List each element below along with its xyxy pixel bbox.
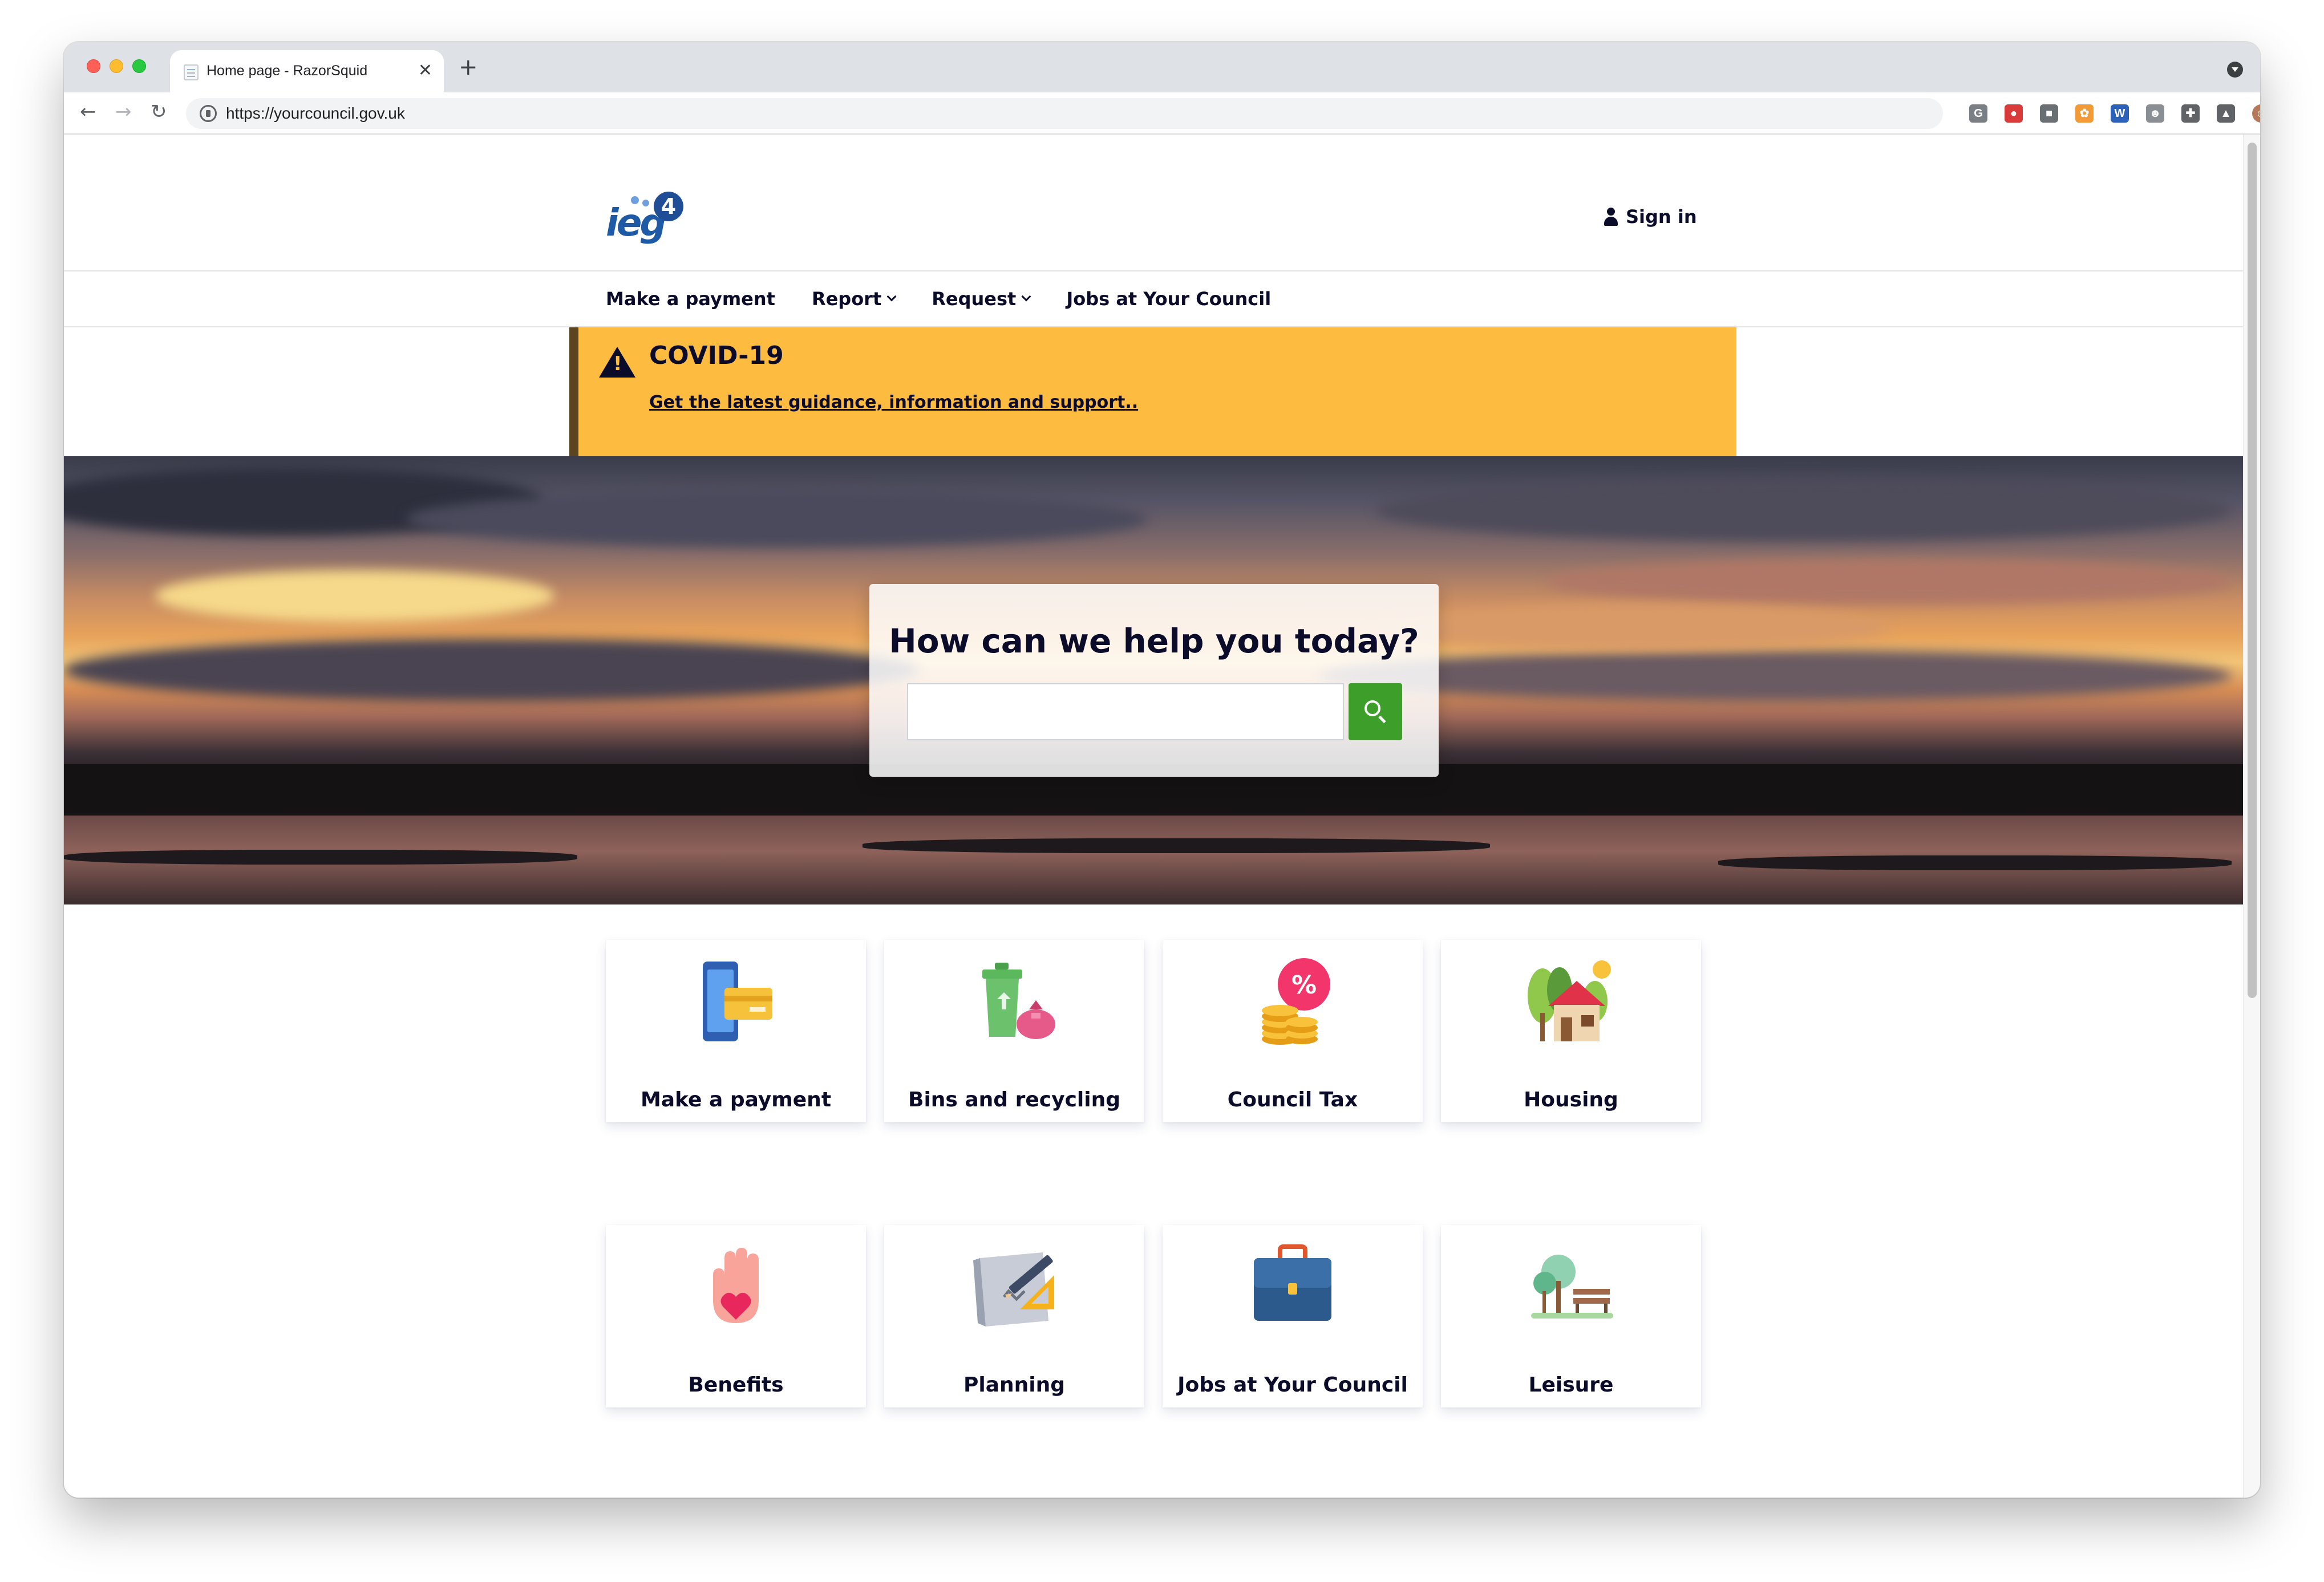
tile-bins-and-recycling[interactable]: Bins and recycling <box>884 940 1144 1122</box>
tile-jobs-at-your-council[interactable]: Jobs at Your Council <box>1163 1225 1423 1407</box>
chevron-down-icon <box>886 291 897 302</box>
browser-tab[interactable]: Home page - RazorSquid ✕ <box>170 50 444 92</box>
square-extension-icon[interactable]: ■ <box>2040 104 2058 123</box>
nav-item-label: Request <box>932 288 1017 310</box>
cloud <box>64 639 920 701</box>
recycling-bin-icon <box>982 963 1055 1039</box>
search-button[interactable] <box>1349 683 1402 740</box>
sign-in-link[interactable]: Sign in <box>1604 203 1697 230</box>
sign-in-label: Sign in <box>1626 206 1697 228</box>
tile-planning[interactable]: Planning <box>884 1225 1144 1407</box>
tile-label: Planning <box>963 1373 1065 1397</box>
tile-label: Jobs at Your Council <box>1177 1373 1408 1397</box>
scrollbar-thumb[interactable] <box>2248 143 2257 998</box>
tile-label: Bins and recycling <box>908 1088 1120 1112</box>
reload-button[interactable]: ↻ <box>151 100 167 123</box>
location-pin-icon[interactable]: ● <box>2005 104 2023 123</box>
search-panel: How can we help you today? <box>869 584 1439 777</box>
page-favicon-icon <box>184 64 199 80</box>
nav-jobs[interactable]: Jobs at Your Council <box>1066 288 1271 310</box>
cloud <box>1319 650 2232 701</box>
tile-leisure[interactable]: Leisure <box>1441 1225 1701 1407</box>
search-input[interactable] <box>907 683 1344 740</box>
address-bar[interactable]: https://yourcouncil.gov.uk <box>186 98 1943 129</box>
tile-council-tax[interactable]: % Council Tax <box>1163 940 1423 1122</box>
mudflat <box>863 838 1490 853</box>
cloud <box>1376 605 1889 650</box>
nav-report-dropdown[interactable]: Report <box>811 288 897 310</box>
park-bench-icon <box>1531 1255 1613 1319</box>
forward-button[interactable]: → <box>115 100 132 123</box>
nav-item-label: Jobs at Your Council <box>1066 288 1272 310</box>
nav-item-label: Make a payment <box>606 288 775 310</box>
alert-title: COVID-19 <box>649 341 784 370</box>
house-trees-icon <box>1528 960 1611 1041</box>
user-icon <box>1604 208 1618 226</box>
svg-text:%: % <box>1291 971 1317 1000</box>
maximize-window-button[interactable] <box>132 59 146 73</box>
council-logo[interactable]: ieg 4 <box>606 192 686 246</box>
person-extension-icon[interactable]: ☻ <box>2146 104 2164 123</box>
web-page: ieg 4 Sign in Make a payment Report Requ… <box>64 135 2243 1498</box>
cloud <box>1376 479 2232 542</box>
cloud <box>155 570 554 622</box>
tile-label: Leisure <box>1528 1373 1614 1397</box>
tab-close-icon[interactable]: ✕ <box>418 59 432 82</box>
profile-avatar-icon[interactable]: ☺ <box>2252 104 2260 123</box>
chevron-down-icon <box>1021 291 1031 302</box>
word-extension-icon[interactable]: W <box>2111 104 2129 123</box>
nav-request-dropdown[interactable]: Request <box>932 288 1031 310</box>
hero-banner: How can we help you today? <box>64 456 2243 904</box>
tile-label: Council Tax <box>1227 1088 1358 1112</box>
close-window-button[interactable] <box>87 59 100 73</box>
minimize-window-button[interactable] <box>110 59 123 73</box>
orange-extension-icon[interactable]: ✿ <box>2075 104 2094 123</box>
search-icon <box>1365 700 1380 716</box>
flask-icon[interactable]: ▲ <box>2217 104 2235 123</box>
tile-label: Make a payment <box>640 1088 832 1112</box>
tile-label: Housing <box>1524 1088 1618 1112</box>
mudflat <box>1718 855 2232 870</box>
logo-badge: 4 <box>654 192 683 221</box>
hand-heart-icon <box>713 1248 759 1323</box>
briefcase-icon <box>1254 1244 1331 1321</box>
blueprint-pencil-icon <box>973 1252 1054 1327</box>
site-header: ieg 4 Sign in Make a payment Report Requ… <box>64 135 2243 327</box>
browser-window: Home page - RazorSquid ✕ + ← → ↻ https:/… <box>64 42 2260 1498</box>
g-extension-icon[interactable]: G <box>1969 104 1987 123</box>
tab-title: Home page - RazorSquid <box>207 63 368 79</box>
tile-housing[interactable]: Housing <box>1441 940 1701 1122</box>
nav-item-label: Report <box>811 288 882 310</box>
tab-strip: Home page - RazorSquid ✕ + <box>64 42 2260 92</box>
mudflat <box>64 850 577 865</box>
alert-link[interactable]: Get the latest guidance, information and… <box>649 392 1138 412</box>
url-text[interactable]: https://yourcouncil.gov.uk <box>226 104 405 123</box>
nav-make-a-payment[interactable]: Make a payment <box>606 288 775 310</box>
cloud <box>406 490 1148 547</box>
tile-make-a-payment[interactable]: Make a payment <box>606 940 866 1122</box>
alert-link-suffix: .. <box>1125 392 1139 412</box>
new-tab-button[interactable]: + <box>459 55 478 80</box>
warning-icon <box>599 347 635 378</box>
cloud <box>1547 559 2232 605</box>
browser-toolbar: ← → ↻ https://yourcouncil.gov.uk G ● ■ ✿ W ☻ ✚… <box>64 92 2260 135</box>
main-navigation: Make a payment Report Request Jobs at Yo… <box>606 271 1271 326</box>
service-tiles: Make a payment Bins and recycling % Coun… <box>606 940 1701 1419</box>
covid-alert-banner: COVID-19 Get the latest guidance, inform… <box>569 327 1736 456</box>
payment-phone-card-icon <box>703 962 772 1041</box>
site-info-icon[interactable] <box>200 105 217 122</box>
coins-percent-icon: % <box>1262 958 1330 1045</box>
search-heading: How can we help you today? <box>889 622 1419 660</box>
back-button[interactable]: ← <box>80 100 96 123</box>
tile-benefits[interactable]: Benefits <box>606 1225 866 1407</box>
alert-link-text[interactable]: Get the latest guidance, information and… <box>649 392 1125 412</box>
tab-search-icon[interactable] <box>2227 62 2243 78</box>
tile-label: Benefits <box>688 1373 784 1397</box>
puzzle-icon[interactable]: ✚ <box>2181 104 2200 123</box>
